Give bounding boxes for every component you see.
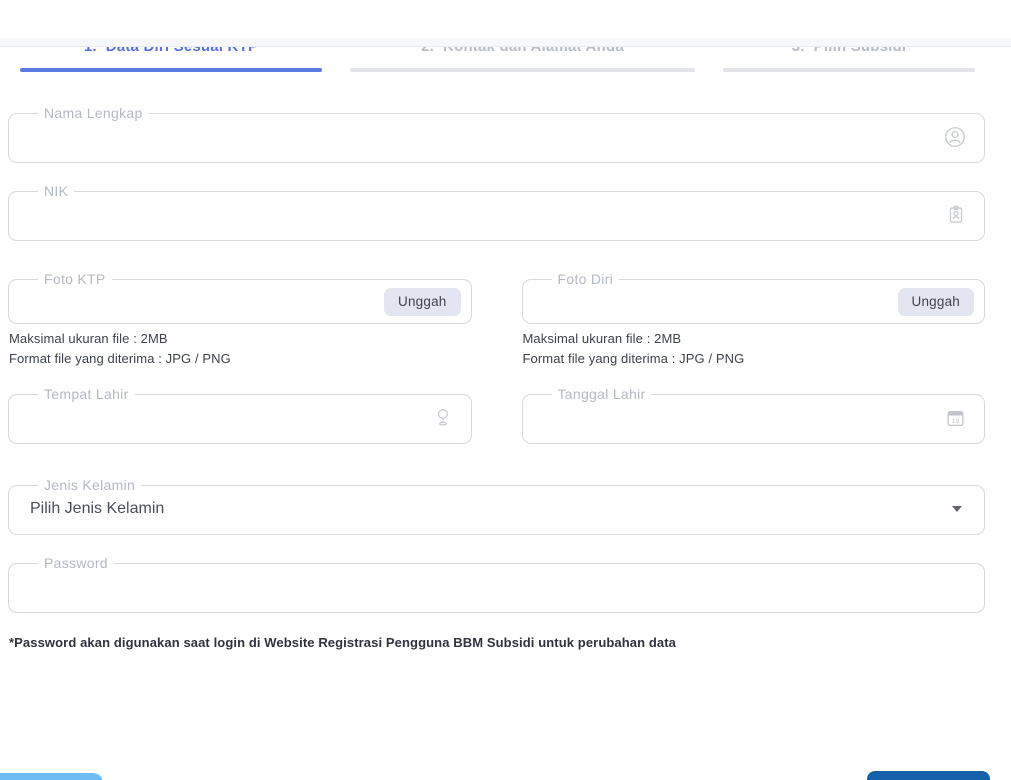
foto-ktp-upload-button[interactable]: Unggah — [384, 287, 461, 316]
active-step-underline — [20, 68, 322, 72]
foto-diri-field: Foto Diri Unggah — [521, 271, 985, 324]
nik-input[interactable] — [23, 199, 946, 231]
tempat-lahir-input[interactable] — [23, 402, 433, 434]
password-usage-note: *Password akan digunakan saat login di W… — [9, 635, 677, 650]
calendar-icon[interactable]: 19 — [945, 408, 970, 429]
chevron-down-icon — [952, 506, 962, 512]
photo-upload-row: Foto KTP Unggah Maksimal ukuran file : 2… — [8, 271, 985, 367]
password-label: Password — [44, 555, 108, 571]
tempat-lahir-label: Tempat Lahir — [44, 386, 129, 402]
password-input[interactable] — [23, 571, 970, 603]
map-pin-icon — [433, 407, 457, 429]
password-field: Password — [8, 555, 985, 613]
next-button[interactable]: Selanjutnya — [866, 771, 990, 780]
foto-diri-filename-input[interactable] — [536, 287, 898, 316]
foto-diri-group: Foto Diri Unggah Maksimal ukuran file : … — [521, 271, 985, 367]
jenis-kelamin-label: Jenis Kelamin — [44, 477, 136, 493]
nik-field: NIK — [8, 183, 985, 241]
save-button[interactable]: Simpan — [0, 773, 103, 780]
tempat-lahir-field: Tempat Lahir — [8, 386, 472, 444]
foto-diri-label: Foto Diri — [557, 271, 614, 287]
foto-diri-max-size-note: Maksimal ukuran file : 2MB — [522, 331, 682, 346]
step-underline — [723, 68, 975, 72]
nama-lengkap-field: Nama Lengkap — [8, 105, 985, 163]
nama-lengkap-label: Nama Lengkap — [44, 105, 143, 121]
birth-row: Tempat Lahir Tanggal Lahir 19 — [8, 386, 985, 444]
form-footer: Simpan Kembali ke beranda Selanjutnya — [0, 771, 1011, 780]
id-card-icon — [946, 204, 970, 226]
nama-lengkap-input[interactable] — [23, 121, 944, 153]
foto-diri-upload-button[interactable]: Unggah — [897, 287, 974, 316]
person-circle-icon — [944, 126, 970, 148]
foto-ktp-max-size-note: Maksimal ukuran file : 2MB — [9, 331, 168, 346]
foto-ktp-label: Foto KTP — [44, 271, 106, 287]
nik-label: NIK — [44, 183, 69, 199]
top-header-edge — [0, 38, 1011, 47]
tanggal-lahir-label: Tanggal Lahir — [557, 386, 646, 402]
foto-ktp-format-note: Format file yang diterima : JPG / PNG — [9, 351, 231, 366]
tanggal-lahir-input[interactable] — [536, 402, 945, 434]
jenis-kelamin-field: Jenis Kelamin Pilih Jenis Kelamin — [8, 477, 985, 535]
step-underline — [350, 68, 695, 72]
tanggal-lahir-field: Tanggal Lahir 19 — [521, 386, 985, 444]
foto-ktp-group: Foto KTP Unggah Maksimal ukuran file : 2… — [8, 271, 472, 367]
foto-ktp-filename-input[interactable] — [23, 287, 384, 316]
registration-form: Nama Lengkap NIK Foto KTP Unggah Maksima… — [8, 105, 985, 650]
jenis-kelamin-select[interactable]: Pilih Jenis Kelamin — [23, 493, 970, 525]
calendar-day-number: 19 — [952, 418, 960, 425]
jenis-kelamin-selected-value: Pilih Jenis Kelamin — [30, 500, 165, 517]
foto-ktp-field: Foto KTP Unggah — [8, 271, 472, 324]
foto-diri-format-note: Format file yang diterima : JPG / PNG — [522, 351, 745, 366]
